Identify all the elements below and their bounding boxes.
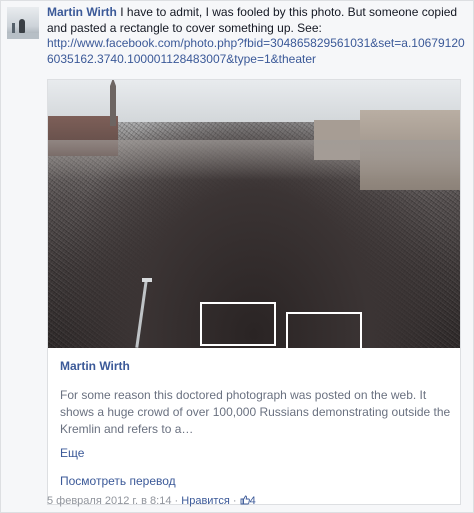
- comment-author-link[interactable]: Martin Wirth: [47, 5, 117, 19]
- highlight-rectangle-right: [286, 312, 362, 348]
- highlight-rectangle-left: [200, 302, 276, 346]
- footer-separator: ·: [171, 495, 182, 507]
- footer-separator: ·: [229, 495, 240, 507]
- shared-photo[interactable]: [48, 80, 460, 348]
- like-count-button[interactable]: 4: [240, 495, 256, 507]
- avatar-ground: [7, 33, 39, 39]
- avatar[interactable]: [7, 7, 39, 39]
- photo-lamppost: [135, 280, 148, 348]
- like-count: 4: [249, 495, 256, 507]
- see-more-link[interactable]: Еще: [60, 446, 84, 460]
- avatar-figure-secondary: [12, 23, 15, 33]
- photo-crowd-haze: [48, 140, 460, 180]
- like-button[interactable]: Нравится: [181, 495, 230, 507]
- comment-panel: Martin Wirth I have to admit, I was fool…: [0, 0, 474, 513]
- see-translation-link[interactable]: Посмотреть перевод: [60, 474, 176, 488]
- comment-photo-link[interactable]: http://www.facebook.com/photo.php?fbid=3…: [47, 36, 467, 67]
- avatar-figure: [19, 19, 25, 33]
- shared-post-text: Martin Wirth For some reason this doctor…: [60, 358, 452, 438]
- shared-post-card[interactable]: Martin Wirth For some reason this doctor…: [47, 79, 461, 505]
- thumbs-up-icon: [240, 495, 250, 505]
- comment-footer: 5 февраля 2012 г. в 8:14 · Нравится · 4: [47, 495, 256, 507]
- comment-timestamp[interactable]: 5 февраля 2012 г. в 8:14: [47, 495, 171, 507]
- photo-lamp-head: [142, 278, 152, 282]
- shared-post-author-link[interactable]: Martin Wirth: [60, 358, 452, 375]
- comment-body: Martin Wirth I have to admit, I was fool…: [47, 5, 467, 67]
- photo-tower: [110, 80, 116, 126]
- shared-post-description: For some reason this doctored photograph…: [60, 388, 451, 436]
